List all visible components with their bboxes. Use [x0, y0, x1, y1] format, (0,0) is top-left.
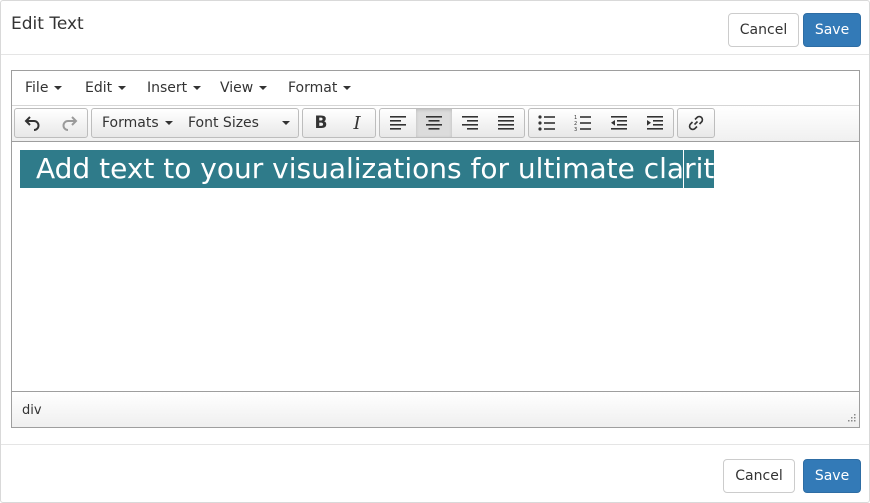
chevron-down-icon — [118, 86, 127, 90]
selected-text-block[interactable]: Add text to your visualizations for ulti… — [20, 150, 731, 188]
resize-handle-icon[interactable] — [846, 414, 856, 424]
chevron-down-icon — [343, 86, 352, 90]
link-button[interactable] — [678, 109, 714, 137]
history-group — [14, 108, 88, 138]
align-left-button[interactable] — [380, 109, 416, 137]
bold-button[interactable]: B — [303, 109, 339, 137]
redo-icon — [62, 116, 78, 131]
menu-view-label: View — [220, 80, 254, 96]
menu-format-label: Format — [288, 80, 338, 96]
align-right-icon — [462, 116, 478, 130]
undo-icon — [24, 116, 40, 131]
formats-label: Formats — [102, 115, 159, 131]
italic-button[interactable]: I — [339, 109, 375, 137]
content-text: Add text to your visualizations for ulti… — [36, 152, 731, 185]
editor-toolbar: Formats Font Sizes B I 1 2 3 — [12, 106, 859, 142]
link-group — [677, 108, 715, 138]
indent-button[interactable] — [637, 109, 673, 137]
element-path[interactable]: div — [22, 403, 42, 418]
edit-text-dialog: Edit Text Cancel Save File Edit Insert V… — [0, 0, 870, 503]
italic-icon: I — [353, 112, 361, 134]
menu-view[interactable]: View — [220, 71, 268, 105]
footer-cancel-button[interactable]: Cancel — [723, 459, 795, 493]
menu-file-label: File — [25, 80, 49, 96]
formats-dropdown[interactable]: Formats — [102, 109, 173, 137]
menu-insert[interactable]: Insert — [147, 71, 202, 105]
rich-text-editor: File Edit Insert View Format Formats Fon… — [11, 70, 860, 428]
dialog-header: Edit Text Cancel Save — [1, 1, 869, 55]
menu-edit[interactable]: Edit — [85, 71, 127, 105]
header-cancel-button[interactable]: Cancel — [728, 13, 799, 47]
text-cursor — [683, 150, 684, 188]
editor-statusbar: div — [12, 391, 859, 427]
chevron-down-icon — [54, 86, 63, 90]
text-style-group: B I — [302, 108, 376, 138]
menu-insert-label: Insert — [147, 80, 188, 96]
header-save-button[interactable]: Save — [803, 13, 861, 47]
numbered-list-button[interactable]: 1 2 3 — [565, 109, 601, 137]
font-sizes-dropdown[interactable]: Font Sizes — [188, 109, 296, 137]
dialog-title: Edit Text — [11, 14, 84, 34]
svg-text:3: 3 — [574, 127, 577, 132]
editor-menubar: File Edit Insert View Format — [12, 71, 859, 106]
menu-file[interactable]: File — [25, 71, 63, 105]
menu-edit-label: Edit — [85, 80, 113, 96]
align-justify-button[interactable] — [488, 109, 524, 137]
outdent-button[interactable] — [601, 109, 637, 137]
chevron-down-icon — [164, 121, 173, 125]
undo-button[interactable] — [15, 109, 51, 137]
redo-button[interactable] — [51, 109, 87, 137]
font-sizes-label: Font Sizes — [188, 115, 259, 131]
indent-icon — [647, 116, 663, 130]
bold-icon: B — [314, 113, 328, 133]
align-left-icon — [390, 116, 406, 130]
align-center-button[interactable] — [416, 109, 452, 137]
bullet-list-button[interactable] — [529, 109, 565, 137]
editor-content-area[interactable]: Add text to your visualizations for ulti… — [12, 142, 859, 391]
format-select-group: Formats Font Sizes — [91, 108, 299, 138]
dialog-footer: Cancel Save — [1, 444, 869, 503]
list-group: 1 2 3 — [528, 108, 674, 138]
bullet-list-icon — [538, 115, 555, 131]
alignment-group — [379, 108, 525, 138]
chevron-down-icon — [282, 121, 290, 125]
menu-format[interactable]: Format — [288, 71, 352, 105]
outdent-icon — [611, 116, 627, 130]
align-justify-icon — [498, 116, 514, 130]
align-right-button[interactable] — [452, 109, 488, 137]
chevron-down-icon — [193, 86, 202, 90]
align-center-icon — [426, 116, 442, 130]
chevron-down-icon — [259, 86, 268, 90]
footer-save-button[interactable]: Save — [803, 459, 861, 493]
link-icon — [688, 115, 704, 131]
numbered-list-icon: 1 2 3 — [574, 115, 591, 132]
